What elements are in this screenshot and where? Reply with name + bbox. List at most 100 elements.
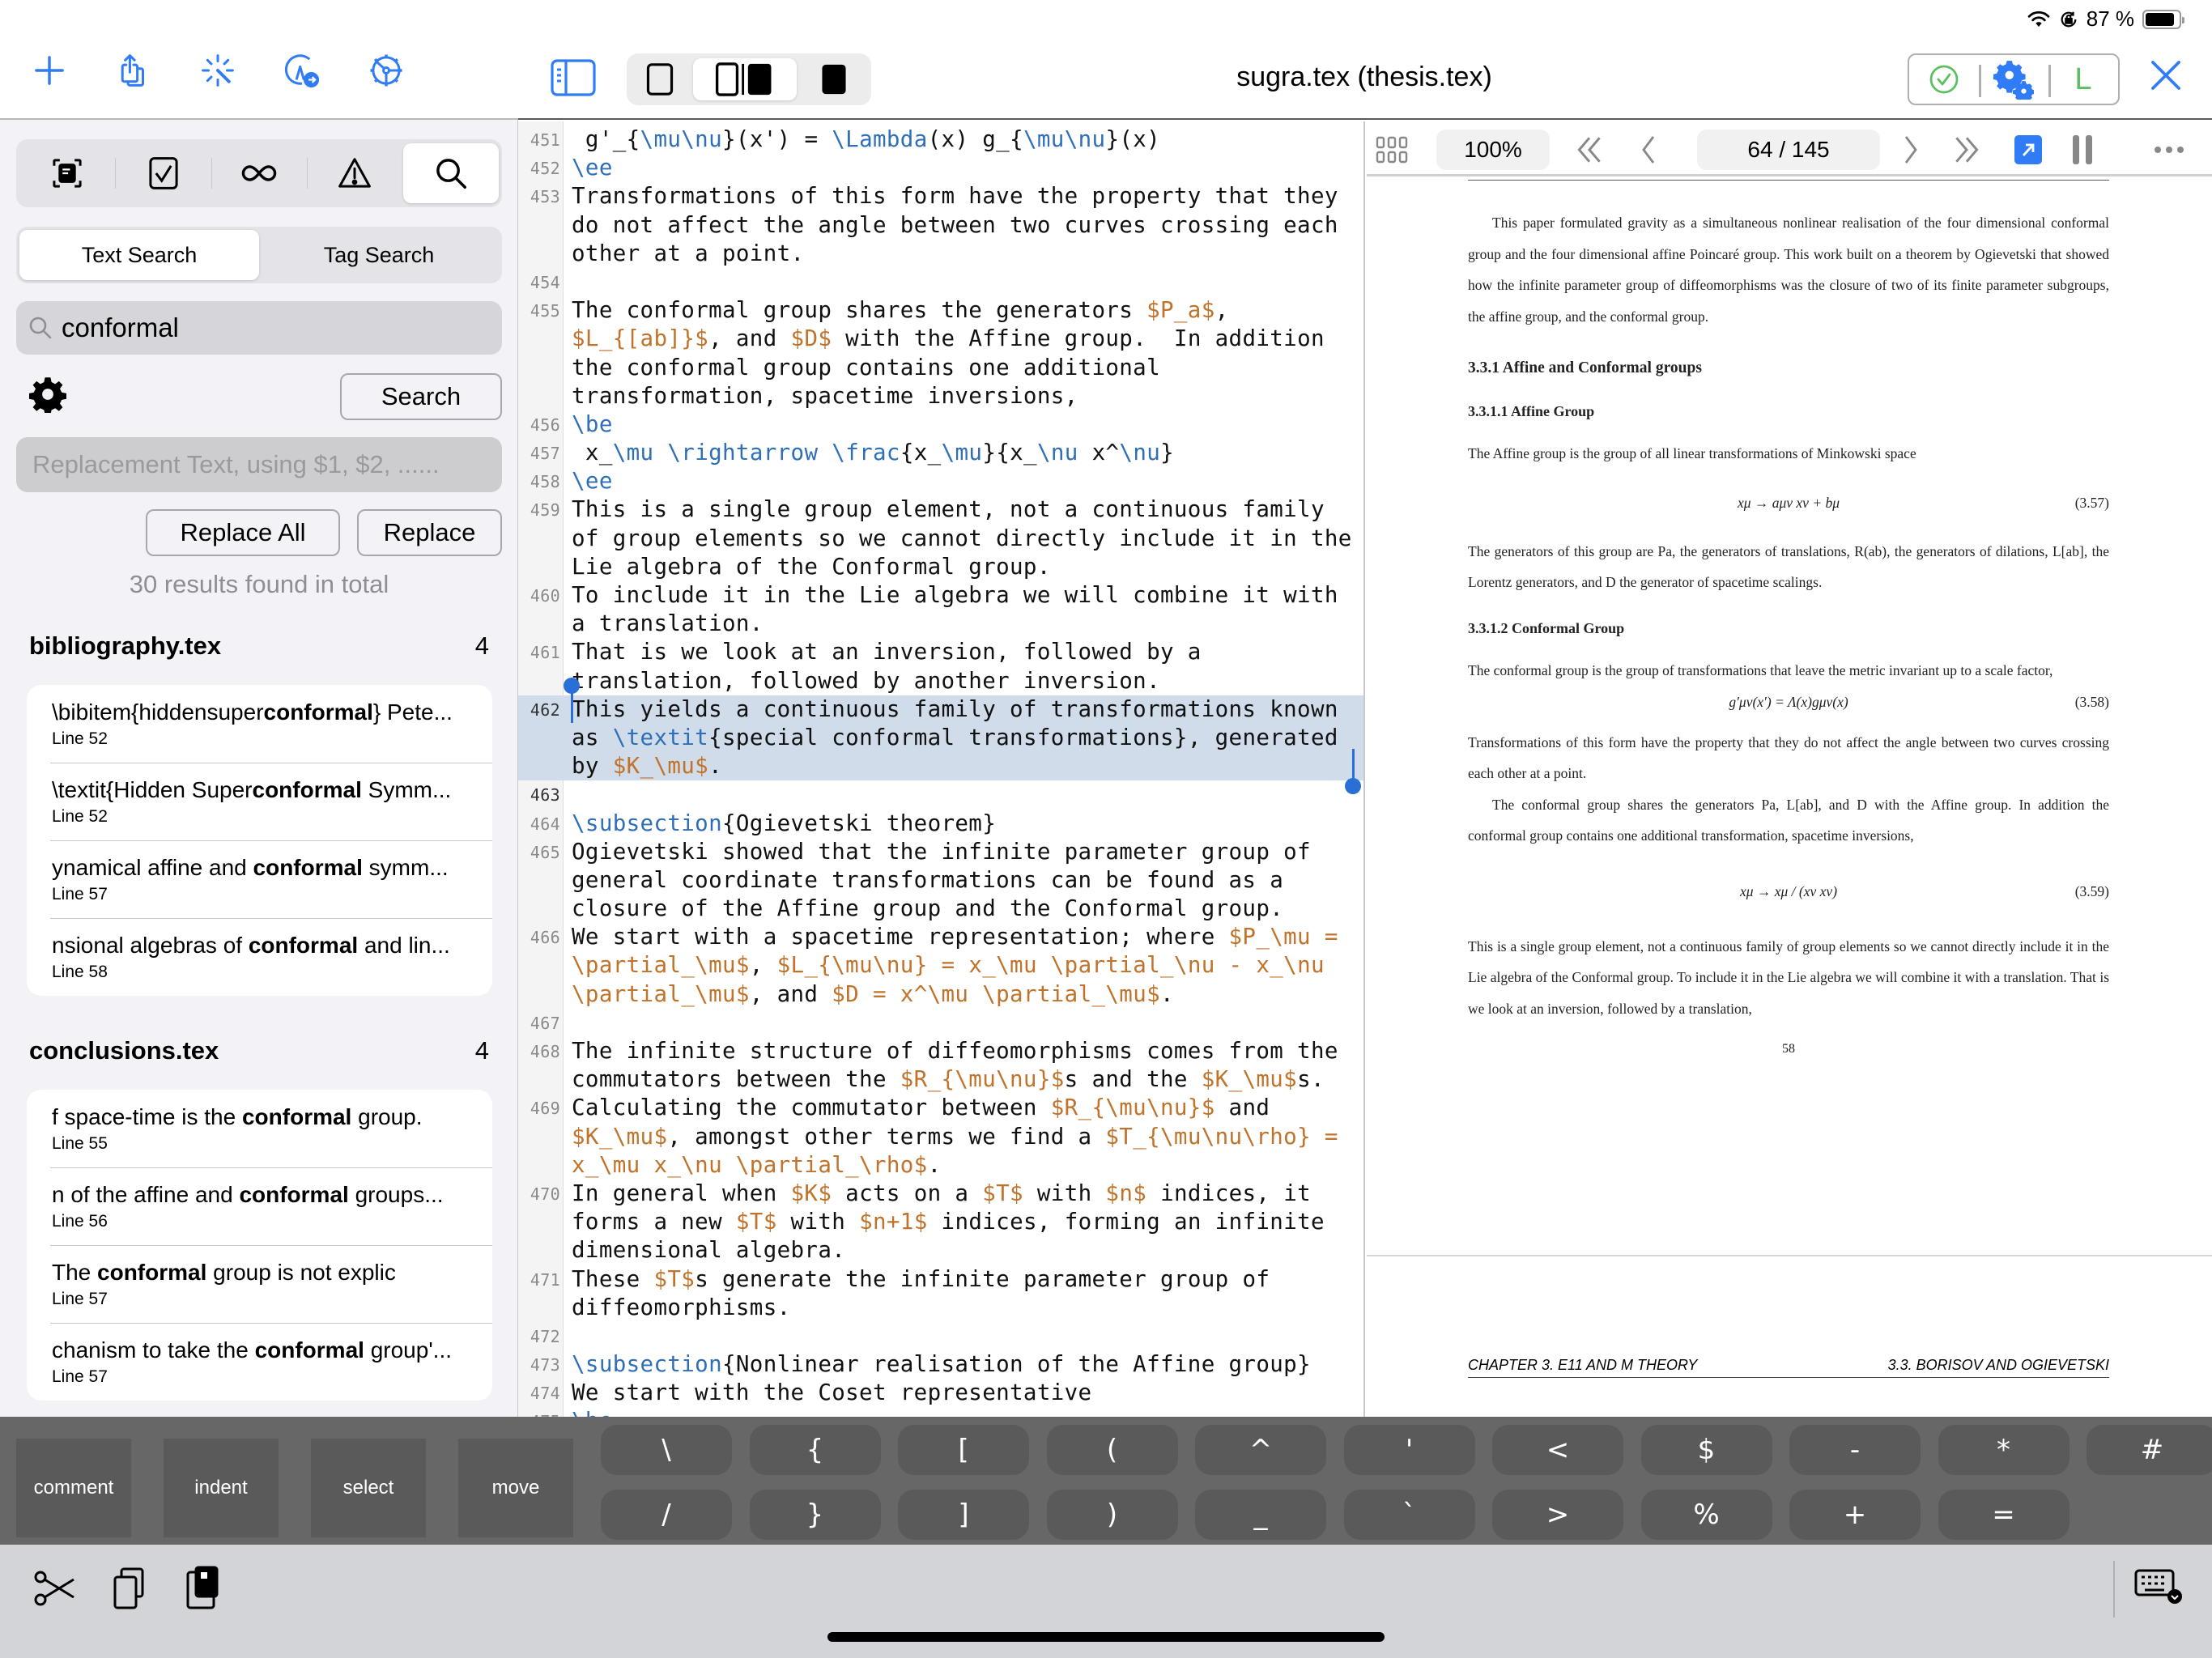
search-input[interactable] [62,312,483,343]
code-line[interactable]: 458 \ee [518,467,1363,495]
result-group-header[interactable]: bibliography.tex 4 [29,631,489,661]
search-result-item[interactable]: \textit{Hidden Superconformal Symm... Lin… [27,763,492,840]
previous-page-icon[interactable] [1632,130,1665,170]
search-result-item[interactable]: f space-time is the conformal group. Line… [27,1090,492,1167]
tab-issues[interactable] [307,143,402,203]
typeset-arrow-icon[interactable] [282,50,322,91]
code-line[interactable]: 473 \subsection{Nonlinear realisation of … [518,1350,1363,1379]
latex-engine-icon[interactable]: L [2048,55,2118,104]
code-line[interactable]: 455 The conformal group shares the genera… [518,296,1363,410]
tab-references[interactable] [211,143,307,203]
symbol-key[interactable]: _ [1195,1490,1326,1540]
code-line[interactable]: 453 Transformations of this form have the… [518,182,1363,268]
code-line[interactable]: 472 [518,1322,1363,1350]
symbol-key[interactable]: ` [1343,1490,1475,1540]
pdf-preview[interactable]: 100% 64 / 145 This paper formulated grav… [1367,121,2212,1417]
code-line[interactable]: 470 In general when $K$ acts on a $T$ wit… [518,1180,1363,1265]
symbol-key[interactable]: ' [1343,1425,1475,1475]
selection-end-bar[interactable] [1352,749,1355,781]
code-line[interactable]: 451 g'_{\mu\nu}(x') = \Lambda(x) g_{\mu\… [518,125,1363,154]
more-icon[interactable] [2149,130,2189,170]
search-result-item[interactable]: The conformal group is not explic Line 57 [27,1245,492,1323]
code-line[interactable]: 471 These $T$s generate the infinite para… [518,1265,1363,1322]
search-result-item[interactable]: ynamical affine and conformal symm... Lin… [27,840,492,918]
select-action-button[interactable]: select [311,1439,426,1537]
symbol-key[interactable]: ^ [1195,1425,1326,1475]
symbol-key[interactable]: # [2087,1425,2212,1475]
selection-start-handle[interactable] [564,678,580,694]
code-line[interactable]: 475\be [518,1407,1363,1417]
code-line[interactable]: 465 Ogievetski showed that the infinite p… [518,838,1363,924]
tab-outline[interactable] [19,143,115,203]
home-indicator[interactable] [827,1632,1385,1642]
code-line[interactable]: 459 This is a single group element, not a… [518,495,1363,581]
symbol-key[interactable]: < [1492,1425,1623,1475]
tab-todo[interactable] [115,143,211,203]
result-group-header[interactable]: conclusions.tex 4 [29,1036,489,1065]
tag-search-tab[interactable]: Tag Search [259,230,499,280]
page-indicator[interactable]: 64 / 145 [1697,130,1880,170]
layout-preview-only[interactable] [805,58,863,100]
code-line[interactable]: 467 [518,1009,1363,1037]
search-result-item[interactable]: \bibitem{hiddensuperconformal} Pete... Li… [27,685,492,763]
code-line[interactable]: 452 \ee [518,154,1363,182]
code-line[interactable]: 468 The infinite structure of diffeomorph… [518,1037,1363,1094]
move-action-button[interactable]: move [458,1439,573,1537]
replace-all-button[interactable]: Replace All [146,509,340,556]
share-duplicate-icon[interactable] [113,50,154,91]
code-line[interactable]: 474 We start with the Coset representativ… [518,1379,1363,1407]
symbol-key[interactable]: / [601,1490,732,1540]
cut-icon[interactable] [32,1566,78,1611]
layout-editor-only[interactable] [633,58,687,100]
keyboard-dismiss-icon[interactable] [2134,1566,2182,1611]
last-page-icon[interactable] [1946,130,1987,170]
search-result-item[interactable]: n of the affine and conformal groups... L… [27,1167,492,1245]
code-line[interactable]: 456 \be [518,410,1363,439]
sidebar-toggle-icon[interactable] [551,58,596,97]
layout-split-view[interactable] [693,58,797,100]
symbol-key[interactable]: * [1938,1425,2069,1475]
compile-settings-icon[interactable] [1979,55,2048,104]
zoom-level[interactable]: 100% [1436,130,1550,170]
search-result-item[interactable]: chanism to take the conformal group'... L… [27,1323,492,1401]
symbol-key[interactable]: } [749,1490,881,1540]
selection-start-bar[interactable] [571,692,573,723]
comment-action-button[interactable]: comment [16,1439,131,1537]
selection-end-handle[interactable] [1345,778,1361,794]
code-line[interactable]: 469 Calculating the commutator between $R… [518,1094,1363,1180]
sync-jump-icon[interactable] [2014,130,2042,170]
code-line[interactable]: 457 x_\mu \rightarrow \frac{x_\mu}{x_\nu… [518,439,1363,467]
next-page-icon[interactable] [1895,130,1927,170]
symbol-key[interactable]: ] [898,1490,1029,1540]
search-options-gear-icon[interactable] [29,376,66,415]
code-line[interactable]: 461 That is we look at an inversion, foll… [518,638,1363,695]
replacement-input[interactable] [32,450,494,479]
tab-search[interactable] [402,143,500,203]
first-page-icon[interactable] [1569,130,1610,170]
compile-ok-icon[interactable] [1909,55,1979,104]
search-result-item[interactable]: nsional algebras of conformal and lin...… [27,918,492,996]
symbol-key[interactable]: % [1640,1490,1772,1540]
split-icon[interactable] [2068,130,2097,170]
symbol-key[interactable]: = [1938,1490,2069,1540]
search-button[interactable]: Search [340,373,502,420]
text-search-tab[interactable]: Text Search [19,230,259,280]
settings-wheel-icon[interactable] [366,50,406,91]
code-line[interactable]: 462 This yields a continuous family of tr… [518,695,1363,781]
code-line[interactable]: 460 To include it in the Lie algebra we w… [518,581,1363,638]
indent-action-button[interactable]: indent [164,1439,279,1537]
symbol-key[interactable]: ( [1046,1425,1178,1475]
magic-wand-icon[interactable] [198,50,238,91]
code-line[interactable]: 454 [518,268,1363,296]
symbol-key[interactable]: { [749,1425,881,1475]
code-line[interactable]: 463 [518,780,1363,809]
symbol-key[interactable]: + [1789,1490,1921,1540]
code-line[interactable]: 466 We start with a spacetime representat… [518,923,1363,1009]
copy-icon[interactable] [108,1566,154,1611]
thumbnails-icon[interactable] [1373,130,1410,170]
close-icon[interactable] [2147,57,2188,97]
symbol-key[interactable]: \ [601,1425,732,1475]
paste-icon[interactable] [180,1566,225,1611]
symbol-key[interactable]: $ [1640,1425,1772,1475]
symbol-key[interactable]: > [1492,1490,1623,1540]
